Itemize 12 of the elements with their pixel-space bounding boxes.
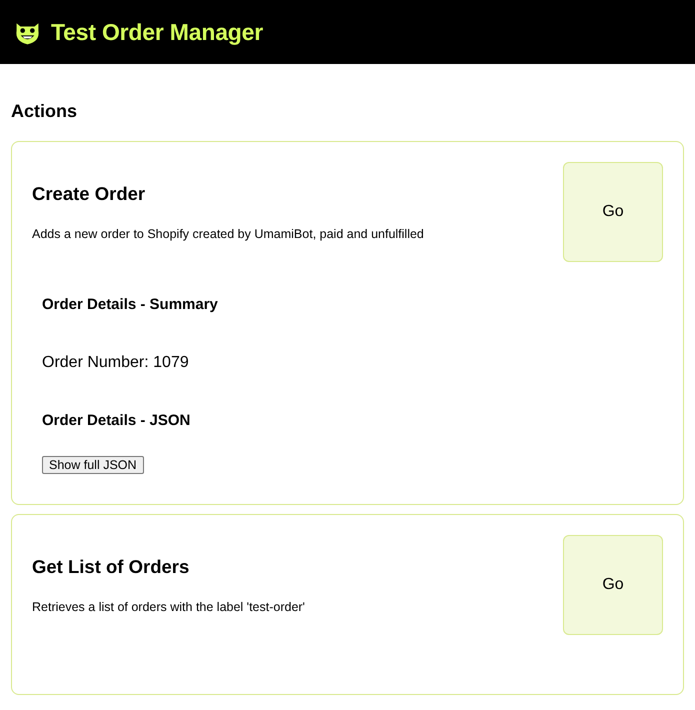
card-description: Retrieves a list of orders with the label 'test-order' <box>32 599 305 616</box>
go-button[interactable]: Go <box>563 162 663 262</box>
summary-heading: Order Details - Summary <box>42 296 219 314</box>
json-heading: Order Details - JSON <box>42 412 192 430</box>
show-json-button[interactable]: Show full JSON <box>42 456 144 474</box>
order-number: Order Number: 1079 <box>42 353 190 373</box>
card-title: Get List of Orders <box>32 555 190 579</box>
card-description: Adds a new order to Shopify created by UmamiBot, paid and unfulfilled <box>32 226 424 243</box>
app-title: Test Order Manager <box>51 18 263 46</box>
go-button[interactable]: Go <box>563 535 663 635</box>
card-title: Create Order <box>32 182 146 206</box>
section-title: Actions <box>11 100 78 122</box>
